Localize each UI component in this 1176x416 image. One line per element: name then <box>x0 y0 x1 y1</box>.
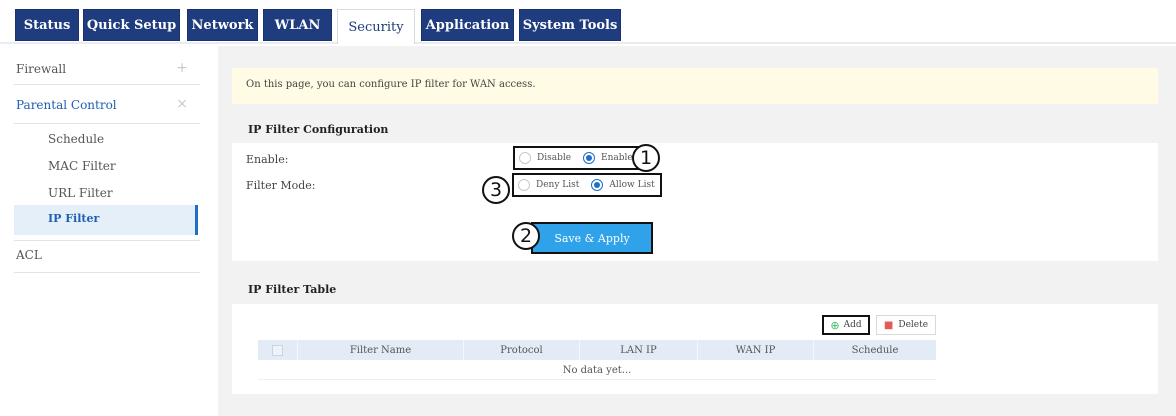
annotation-marker-2: 2 <box>512 222 540 250</box>
expand-plus-icon[interactable]: + <box>176 60 188 76</box>
column-header: Schedule <box>851 344 899 356</box>
save-apply-button[interactable]: Save & Apply <box>531 222 653 254</box>
sidebar-item-label: Parental Control <box>16 98 117 112</box>
top-navigation: Status Quick Setup Network WLAN Security… <box>0 0 1176 44</box>
annotation-marker-1: 1 <box>632 144 660 172</box>
trash-icon: ■ <box>883 319 894 331</box>
divider <box>14 123 200 124</box>
tab-quick-setup[interactable]: Quick Setup <box>83 9 180 41</box>
collapse-x-icon[interactable]: × <box>176 96 188 112</box>
radio-disable-indicator[interactable] <box>519 152 531 164</box>
filter-mode-label: Filter Mode: <box>246 179 316 192</box>
divider <box>14 272 200 273</box>
radio-deny-indicator[interactable] <box>518 179 530 191</box>
table-header: Filter Name Protocol LAN IP WAN IP Sched… <box>258 340 936 360</box>
info-note: On this page, you can configure IP filte… <box>232 68 1158 104</box>
sidebar-item-ip-filter[interactable]: IP Filter <box>14 205 198 235</box>
column-header: Filter Name <box>298 340 464 360</box>
radio-enable[interactable]: Enable <box>583 152 633 164</box>
sidebar-item-label: Firewall <box>16 62 67 76</box>
annotation-marker-3: 3 <box>482 176 510 204</box>
delete-button[interactable]: ■ Delete <box>876 315 936 335</box>
add-button-label: Add <box>843 320 862 330</box>
section-title-table: IP Filter Table <box>248 283 337 296</box>
add-button[interactable]: ⊕ Add <box>822 315 870 335</box>
radio-allow-indicator[interactable] <box>591 179 604 191</box>
tab-network[interactable]: Network <box>187 9 258 41</box>
radio-label: Allow List <box>609 180 655 190</box>
sidebar-item-label: MAC Filter <box>48 159 116 173</box>
column-header: Protocol <box>464 340 580 360</box>
radio-deny-list[interactable]: Deny List <box>518 179 579 191</box>
tab-system-tools[interactable]: System Tools <box>519 9 621 41</box>
tab-security[interactable]: Security <box>337 9 415 44</box>
column-header: WAN IP <box>698 340 814 360</box>
config-card: Enable: Disable Enable Filter Mode: Deny… <box>232 143 1158 261</box>
radio-label: Enable <box>601 153 633 163</box>
select-all-checkbox[interactable] <box>272 344 283 356</box>
sidebar-item-label: ACL <box>16 248 42 262</box>
tab-status[interactable]: Status <box>15 9 79 41</box>
enable-label: Enable: <box>246 153 289 166</box>
radio-enable-indicator[interactable] <box>583 152 596 164</box>
tab-application[interactable]: Application <box>421 9 514 41</box>
sidebar-item-label: Schedule <box>48 132 105 146</box>
radio-allow-list[interactable]: Allow List <box>591 179 655 191</box>
filter-mode-radio-group: Deny List Allow List <box>512 173 662 197</box>
divider <box>14 240 200 241</box>
section-title-config: IP Filter Configuration <box>248 123 389 136</box>
radio-label: Disable <box>537 153 572 163</box>
plus-circle-icon: ⊕ <box>830 318 840 332</box>
sidebar-item-label: IP Filter <box>48 212 100 225</box>
column-header: LAN IP <box>580 340 698 360</box>
divider <box>14 84 200 85</box>
sidebar-item-label: URL Filter <box>48 186 113 200</box>
table-empty-row: No data yet... <box>258 362 936 380</box>
delete-button-label: Delete <box>898 320 929 330</box>
sidebar: Firewall + Parental Control × Schedule M… <box>0 46 204 416</box>
select-all-cell <box>258 340 298 360</box>
radio-label: Deny List <box>536 180 580 190</box>
tab-wlan[interactable]: WLAN <box>263 9 332 41</box>
radio-disable[interactable]: Disable <box>519 152 571 164</box>
main-panel: On this page, you can configure IP filte… <box>218 46 1176 416</box>
